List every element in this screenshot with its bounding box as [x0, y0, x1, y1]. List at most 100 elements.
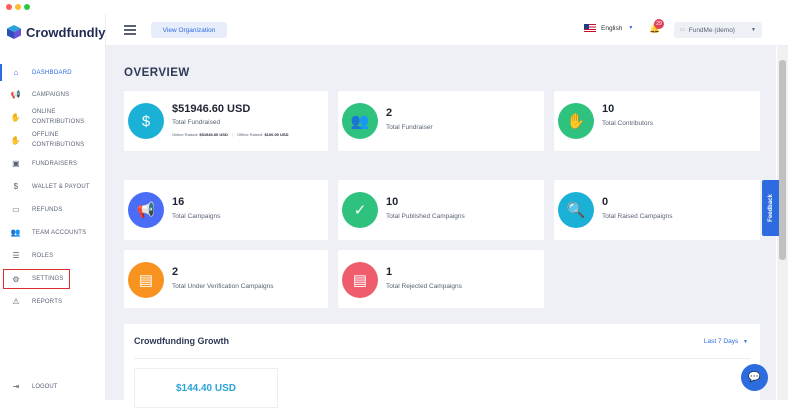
stat-card-total-fundraised: $ $51946.60 USD Total Fundraised Online … [124, 91, 328, 151]
close-dot[interactable] [6, 4, 12, 10]
chat-icon[interactable]: 💬 [741, 364, 768, 391]
scrollbar-thumb[interactable] [779, 60, 786, 260]
stat-label: Total Campaigns [172, 213, 221, 220]
sidebar-item-offline-contributions[interactable]: ✋ OFFLINE CONTRIBUTIONS [0, 129, 105, 152]
notification-badge: 29 [654, 19, 664, 29]
user-menu[interactable]: ▭ FundMe (demo) ▼ [674, 22, 762, 38]
dollar-icon: $ [13, 182, 19, 191]
user-avatar-icon: ▭ [680, 27, 685, 33]
sidebar: Crowdfundly ⌂ DASHBOARD 📢 CAMPAIGNS ✋ ON… [0, 14, 106, 400]
sidebar-item-label: DASHBOARD [32, 69, 72, 76]
refund-icon: ▭ [12, 205, 20, 214]
team-icon: 👥 [10, 228, 22, 237]
growth-amount-card: $144.40 USD [134, 368, 278, 408]
hand-money-icon: ✋ [558, 103, 594, 139]
stat-sub: Online Raised: $51946.60 USD | Offline R… [172, 132, 289, 137]
warning-icon: ⚠ [12, 297, 20, 306]
menu-toggle-icon[interactable] [124, 25, 136, 35]
stat-value: 2 [172, 266, 179, 278]
stat-card-total-contributors: ✋ 10 Total Contributors [554, 91, 760, 151]
sidebar-item-label: REFUNDS [32, 206, 63, 213]
main-content: OVERVIEW $ $51946.60 USD Total Fundraise… [106, 46, 776, 408]
stat-label: Total Raised Campaigns [602, 213, 673, 220]
stat-value: 2 [386, 107, 393, 119]
user-name: FundMe (demo) [688, 26, 735, 34]
topbar: View Organization English ▼ 🔔 29 ▭ FundM… [106, 14, 788, 46]
hand-coin-icon: ✋ [10, 136, 22, 145]
sidebar-item-campaigns[interactable]: 📢 CAMPAIGNS [0, 83, 105, 106]
chevron-down-icon: ▼ [743, 339, 748, 345]
sidebar-item-label: WALLET & PAYOUT [32, 183, 90, 190]
growth-range-label: Last 7 Days [703, 338, 739, 345]
check-circle-icon: ✓ [342, 192, 378, 228]
chevron-down-icon: ▼ [628, 25, 634, 31]
sidebar-item-label: OFFLINE CONTRIBUTIONS [32, 131, 85, 148]
stat-label: Total Published Campaigns [386, 213, 465, 220]
stat-label: Total Fundraised [172, 119, 221, 126]
language-selector[interactable]: English ▼ [584, 24, 633, 32]
sidebar-item-roles[interactable]: ☰ ROLES [0, 244, 105, 267]
sidebar-item-dashboard[interactable]: ⌂ DASHBOARD [0, 62, 105, 83]
sidebar-item-fundraisers[interactable]: ▣ FUNDRAISERS [0, 152, 105, 175]
sidebar-nav: ⌂ DASHBOARD 📢 CAMPAIGNS ✋ ONLINE CONTRIB… [0, 62, 105, 313]
stat-value: $51946.60 USD [172, 103, 251, 115]
dollar-circle-icon: $ [128, 103, 164, 139]
verification-doc-icon: ▤ [128, 262, 164, 298]
megaphone-icon: 📢 [128, 192, 164, 228]
logout-label: LOGOUT [32, 383, 58, 390]
gears-icon: ⚙ [12, 274, 20, 284]
divider [134, 358, 750, 359]
growth-range-dropdown[interactable]: Last 7 Days ▼ [704, 338, 748, 345]
stat-card-total-campaigns: 📢 16 Total Campaigns [124, 180, 328, 240]
stat-value: 1 [386, 266, 393, 278]
sidebar-item-label: FUNDRAISERS [32, 160, 78, 167]
logout-icon: ⇥ [12, 382, 20, 391]
chevron-down-icon: ▼ [751, 27, 756, 33]
home-icon: ⌂ [13, 68, 19, 77]
sidebar-item-wallet-payout[interactable]: $ WALLET & PAYOUT [0, 175, 105, 198]
language-label: English [601, 24, 623, 32]
sidebar-item-online-contributions[interactable]: ✋ ONLINE CONTRIBUTIONS [0, 106, 105, 129]
stat-value: 0 [602, 196, 609, 208]
page-title: OVERVIEW [124, 67, 190, 79]
feedback-tab[interactable]: Feedback [762, 180, 779, 236]
crowdfunding-growth-panel: Crowdfunding Growth Last 7 Days ▼ $144.4… [124, 324, 760, 408]
stat-value: 10 [602, 103, 615, 115]
search-document-icon: 🔍 [558, 192, 594, 228]
sidebar-item-settings[interactable]: ⚙ SETTINGS [3, 269, 70, 289]
sidebar-item-team-accounts[interactable]: 👥 TEAM ACCOUNTS [0, 221, 105, 244]
sidebar-item-label: SETTINGS [32, 276, 64, 282]
stat-card-published-campaigns: ✓ 10 Total Published Campaigns [338, 180, 544, 240]
sidebar-item-label: ONLINE CONTRIBUTIONS [32, 108, 85, 125]
maximize-dot[interactable] [24, 4, 30, 10]
rejected-doc-icon: ▤ [342, 262, 378, 298]
logout-button[interactable]: ⇥ LOGOUT [10, 382, 58, 391]
stat-label: Total Fundraiser [386, 124, 433, 131]
sidebar-item-label: REPORTS [32, 298, 63, 305]
sidebar-item-refunds[interactable]: ▭ REFUNDS [0, 198, 105, 221]
feedback-label: Feedback [767, 194, 774, 222]
stat-label: Total Rejected Campaigns [386, 283, 462, 290]
megaphone-icon: 📢 [10, 90, 22, 99]
stat-label: Total Under Verification Campaigns [172, 283, 274, 290]
id-card-icon: ▣ [12, 159, 20, 168]
sidebar-item-label: TEAM ACCOUNTS [32, 229, 87, 236]
stat-card-rejected-campaigns: ▤ 1 Total Rejected Campaigns [338, 250, 544, 308]
minimize-dot[interactable] [15, 4, 21, 10]
sidebar-item-label: ROLES [32, 252, 54, 259]
view-organization-button[interactable]: View Organization [151, 22, 227, 38]
logo-icon [7, 25, 21, 39]
stat-card-under-verification: ▤ 2 Total Under Verification Campaigns [124, 250, 328, 308]
stat-label: Total Contributors [602, 120, 653, 127]
hand-coin-icon: ✋ [10, 113, 22, 122]
growth-title: Crowdfunding Growth [134, 336, 229, 346]
sidebar-item-label: CAMPAIGNS [32, 91, 70, 98]
stat-value: 16 [172, 196, 185, 208]
growth-amount: $144.40 USD [175, 383, 237, 394]
logo[interactable]: Crowdfundly [6, 22, 105, 42]
stat-value: 10 [386, 196, 399, 208]
logo-text: Crowdfundly [26, 24, 106, 40]
list-icon: ☰ [12, 251, 20, 260]
sidebar-item-reports[interactable]: ⚠ REPORTS [0, 290, 105, 313]
people-icon: 👥 [342, 103, 378, 139]
